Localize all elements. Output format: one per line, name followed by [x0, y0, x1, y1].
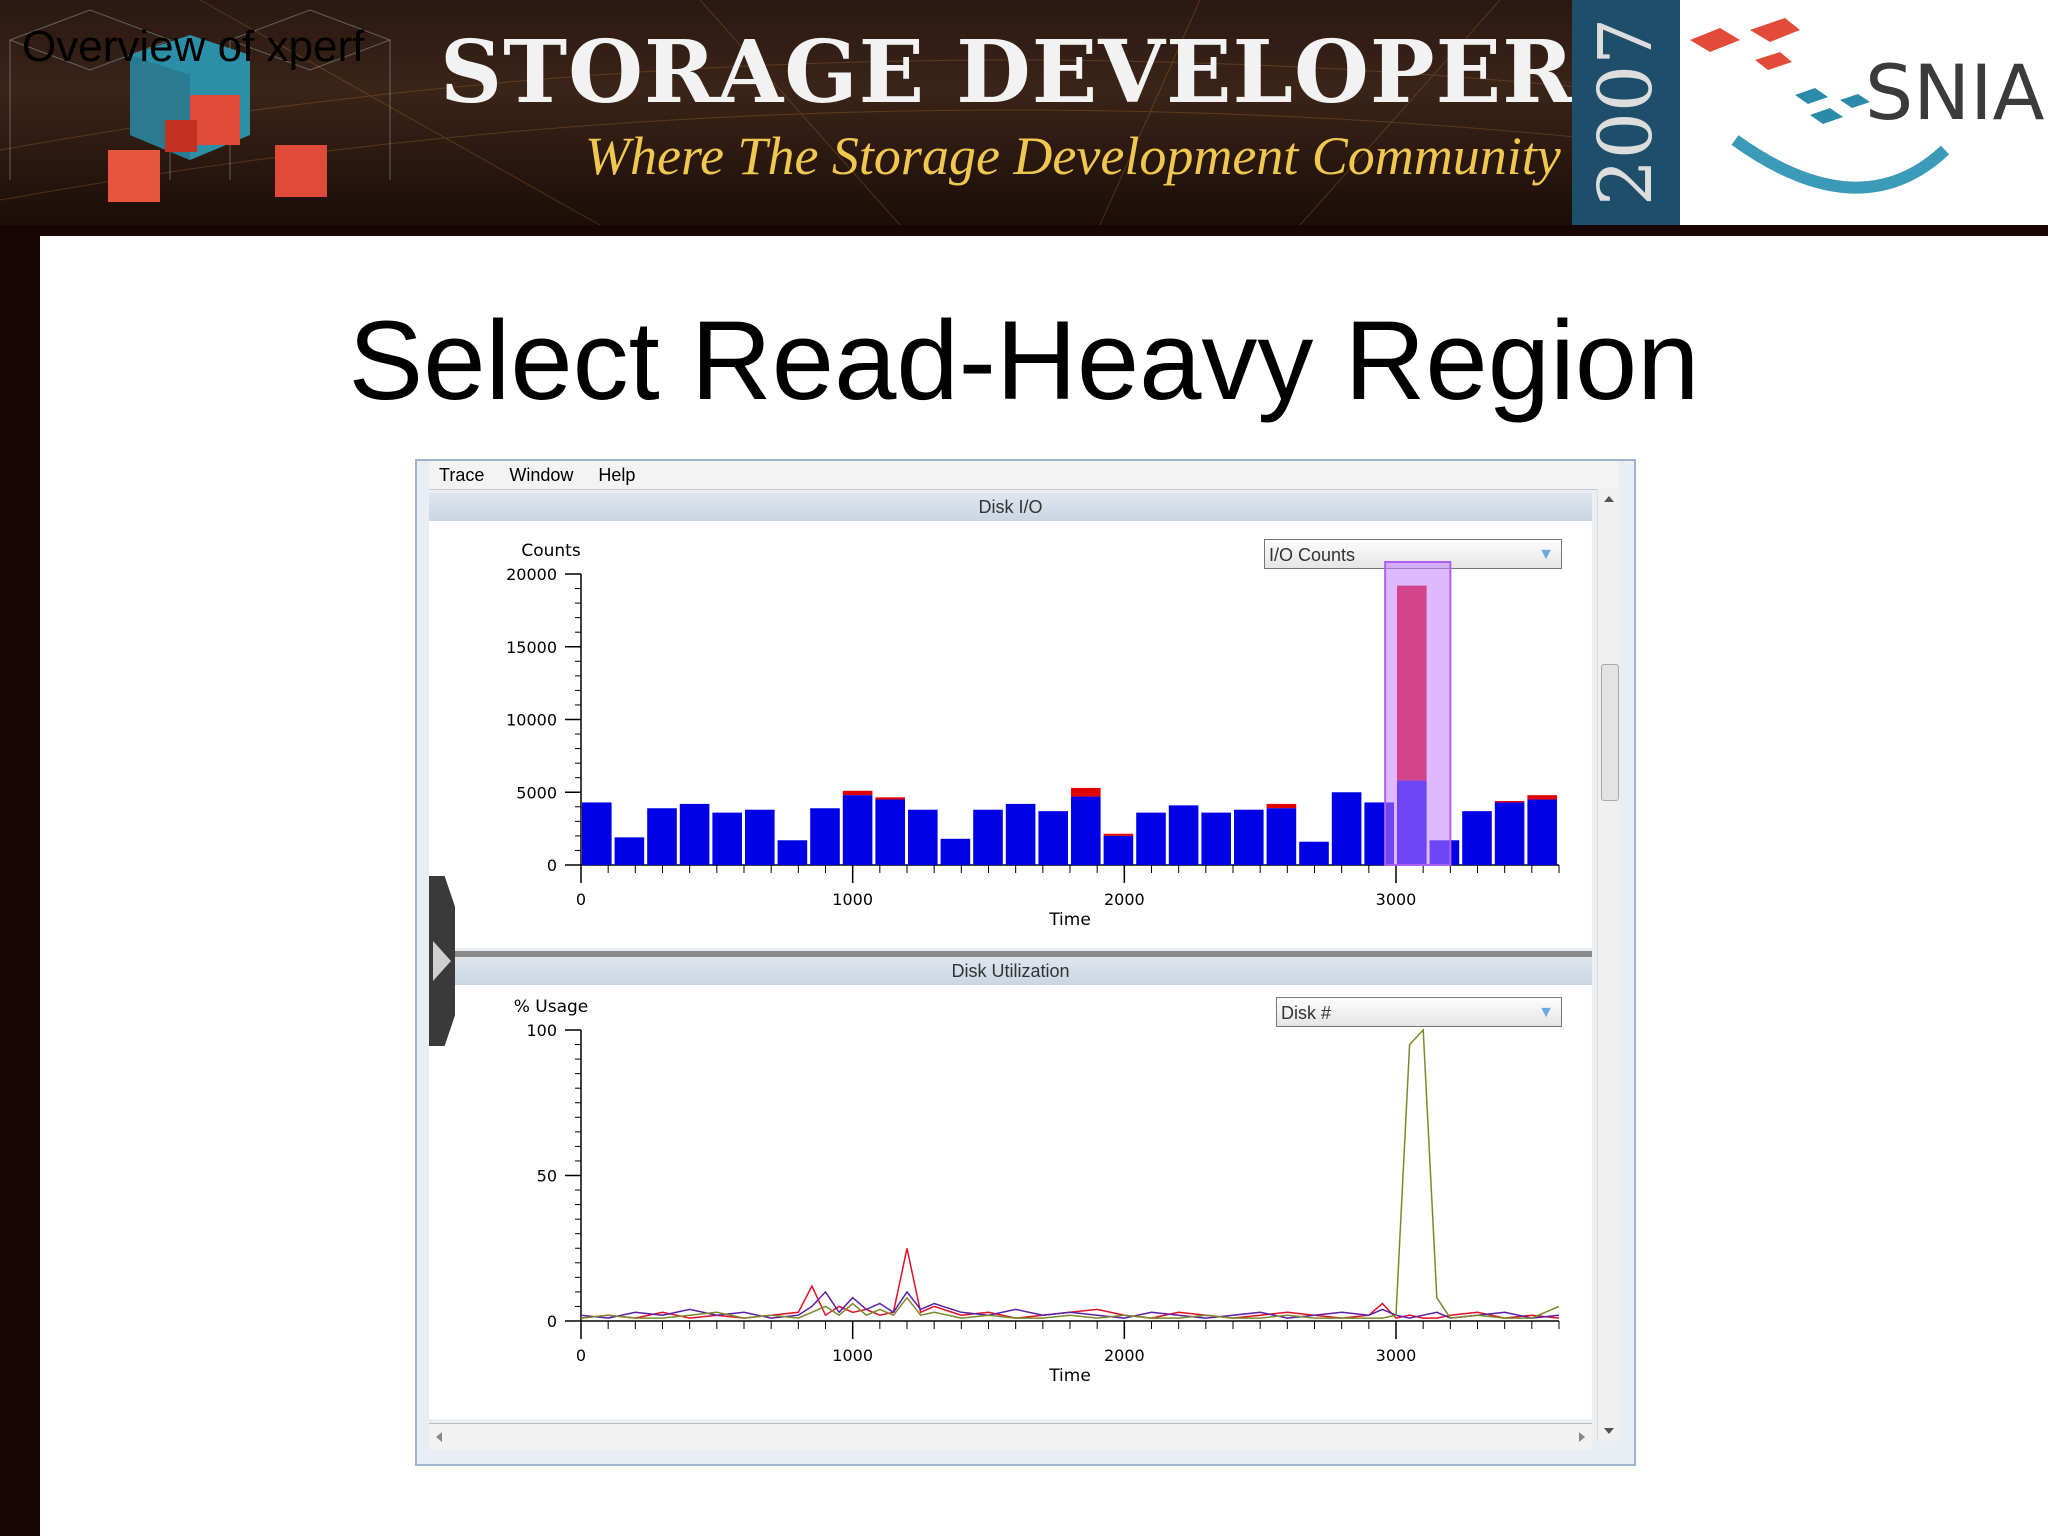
menu-trace[interactable]: Trace	[439, 465, 484, 486]
io-bar-read	[940, 838, 971, 865]
io-bar-read	[745, 809, 775, 865]
io-y-tick-label: 15000	[506, 638, 557, 657]
io-y-tick-label: 5000	[516, 783, 557, 802]
scroll-right-icon[interactable]	[1572, 1424, 1592, 1450]
scroll-left-icon[interactable]	[429, 1424, 449, 1450]
disk-io-panel: Disk I/O I/O Counts ▼ 0 5000 10000 15000 200…	[429, 493, 1592, 948]
vertical-scrollbar[interactable]	[1597, 489, 1620, 1441]
io-x-tick-label: 3000	[1376, 890, 1417, 909]
util-series-line	[580, 1028, 1560, 1319]
disk-utilization-chart[interactable]: 0501000 1000 2000 3000% UsageTime	[429, 987, 1592, 1419]
vertical-scroll-thumb[interactable]	[1601, 664, 1619, 801]
io-bar-read	[1038, 811, 1068, 865]
io-bar-read	[973, 809, 1003, 865]
io-bar-write	[1527, 795, 1557, 800]
year-label: 2007	[1583, 17, 1669, 207]
io-bar-write	[1266, 803, 1297, 809]
util-x-axis-label: Time	[1048, 1366, 1091, 1386]
selection-highlight	[1384, 561, 1452, 866]
io-bar-read	[1331, 792, 1362, 865]
io-bar-read	[1527, 799, 1557, 865]
disk-io-chart[interactable]: 0 5000 10000 15000 20000 0 1000 2000 3000 Counts T…	[429, 523, 1592, 948]
io-bar-write	[842, 790, 873, 796]
io-y-tick-label: 0	[547, 856, 557, 875]
util-x-tick-label: 2000	[1104, 1346, 1145, 1365]
io-bar-write	[1494, 800, 1525, 803]
util-x-tick-label: 1000	[832, 1346, 873, 1365]
disk-utilization-panel: Disk Utilization Disk # ▼ 0 50 100 0 1000 200…	[429, 957, 1592, 1419]
io-bar-read	[1299, 841, 1329, 865]
io-bar-read	[842, 795, 873, 865]
io-bar-read	[908, 809, 938, 865]
io-bar-read	[679, 803, 710, 865]
util-series-line	[580, 1248, 1560, 1319]
io-bar-write	[1103, 833, 1134, 836]
io-bar-read	[712, 812, 742, 865]
io-bar-read	[875, 799, 905, 865]
io-y-tick-label: 10000	[506, 711, 557, 730]
xperf-window: Trace Window Help Disk I/O I/O Counts ▼ …	[415, 459, 1636, 1466]
util-y-tick-label: 100	[526, 1021, 557, 1040]
menu-help[interactable]: Help	[598, 465, 635, 486]
io-x-tick-label: 0	[576, 890, 586, 909]
io-bar-read	[647, 808, 677, 865]
util-y-tick-label: 0	[547, 1312, 557, 1331]
snia-logo: SNIA	[1680, 0, 2048, 225]
io-bar-read	[777, 840, 808, 865]
scroll-down-icon[interactable]	[1598, 1421, 1620, 1441]
disk-utilization-header[interactable]: Disk Utilization	[429, 957, 1592, 985]
io-bar-read	[1168, 805, 1199, 865]
io-bar-write	[875, 797, 905, 800]
year-panel: 2007	[1572, 0, 1680, 225]
overview-label: Overview of xperf	[22, 22, 365, 71]
io-x-tick-label: 2000	[1104, 890, 1145, 909]
slide-title: Select Read-Heavy Region	[348, 298, 1700, 423]
io-bar-read	[1103, 835, 1134, 865]
io-y-tick-label: 20000	[506, 565, 557, 584]
scroll-up-icon[interactable]	[1598, 489, 1620, 509]
panel-collapse-handle[interactable]	[429, 876, 455, 1046]
io-bar-read	[1462, 811, 1492, 865]
io-y-axis-label: Counts	[521, 541, 580, 561]
horizontal-scrollbar[interactable]	[429, 1423, 1592, 1450]
util-x-tick-label: 0	[576, 1346, 586, 1365]
io-bar-read	[1071, 796, 1101, 865]
io-bar-read	[614, 837, 645, 865]
util-x-tick-label: 3000	[1376, 1346, 1417, 1365]
io-bar-read	[1005, 803, 1036, 865]
menu-window[interactable]: Window	[509, 465, 573, 486]
io-bar-read	[810, 808, 840, 865]
disk-io-header[interactable]: Disk I/O	[429, 493, 1592, 521]
conference-banner: Overview of xperf STORAGE DEVELOPER CONF…	[0, 0, 2048, 225]
io-bar-read	[1234, 809, 1264, 865]
io-bar-read	[582, 802, 612, 865]
io-x-axis-label: Time	[1048, 910, 1091, 930]
io-bar-write	[1071, 787, 1101, 797]
io-x-tick-label: 1000	[832, 890, 873, 909]
util-y-tick-label: 50	[537, 1167, 557, 1186]
menu-bar: Trace Window Help	[429, 461, 1619, 490]
expand-arrow-icon	[433, 941, 451, 981]
io-bar-read	[1136, 812, 1166, 865]
io-bar-read	[1266, 808, 1297, 865]
snia-wordmark: SNIA	[1865, 48, 2045, 137]
util-y-axis-label: % Usage	[514, 997, 589, 1017]
io-bar-read	[1494, 802, 1525, 865]
io-bar-read	[1201, 812, 1231, 865]
